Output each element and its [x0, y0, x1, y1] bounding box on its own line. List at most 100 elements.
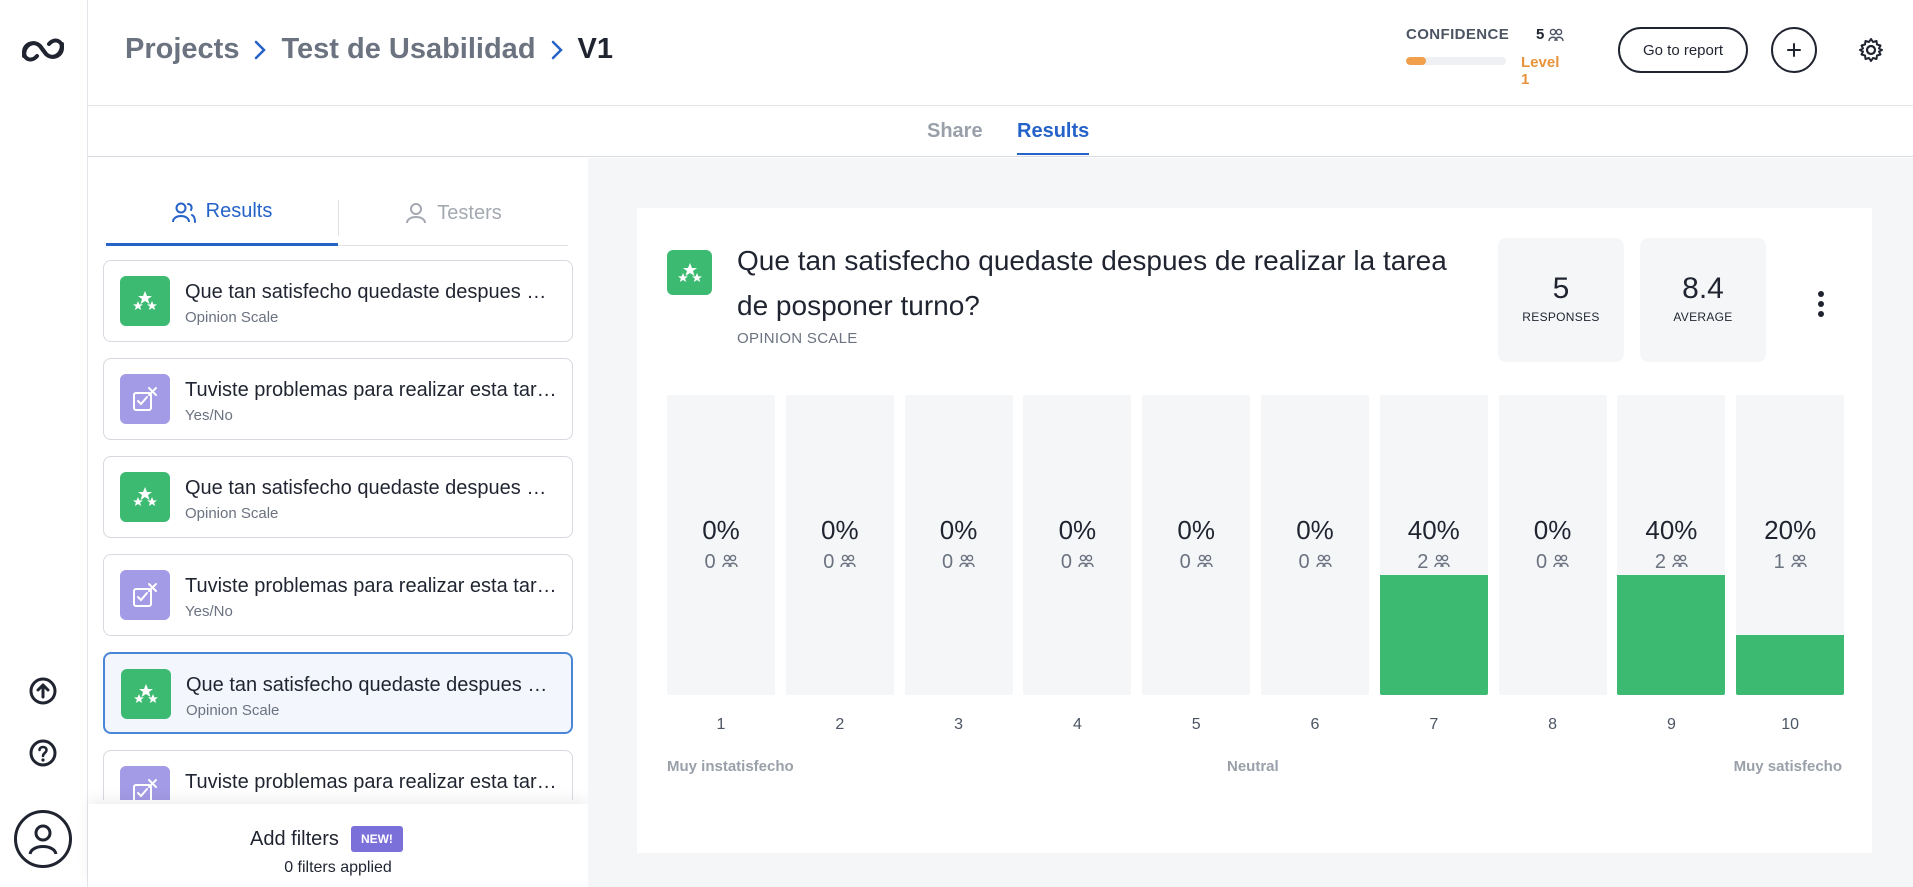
- chart-bar: 40% 2: [1617, 395, 1726, 695]
- people-icon: [1315, 551, 1332, 574]
- breadcrumb-project[interactable]: Test de Usabilidad: [281, 33, 535, 66]
- people-icon: [721, 551, 738, 574]
- stars-icon: [667, 250, 712, 295]
- question-list: Que tan satisfecho quedaste despues de r…: [103, 260, 573, 800]
- people-icon: [1197, 551, 1213, 574]
- plus-icon[interactable]: [1771, 27, 1817, 73]
- bar-count-label: 2: [1617, 551, 1725, 574]
- bar-count-value: 2: [1417, 551, 1429, 573]
- chart-bar: 0% 0: [1261, 395, 1369, 695]
- tab-share[interactable]: Share: [927, 120, 983, 153]
- scale-high-label: Muy satisfecho: [1733, 758, 1842, 775]
- new-badge: NEW!: [350, 826, 403, 852]
- chart-bar-fill: [1736, 635, 1845, 695]
- question-item-title: Que tan satisfecho quedaste despues de r…: [185, 477, 557, 499]
- bar-count-value: 2: [1654, 551, 1666, 573]
- chart-bar: 40% 2: [1379, 395, 1488, 695]
- more-options-icon[interactable]: [1807, 284, 1835, 324]
- chevron-right-icon: [253, 39, 267, 61]
- subtab-results[interactable]: Results: [106, 180, 338, 246]
- bar-count-value: 0: [1536, 551, 1548, 573]
- breadcrumb: Projects Test de Usabilidad V1: [125, 33, 613, 66]
- user-icon: [406, 203, 427, 224]
- question-item-title: Tuviste problemas para realizar esta tar…: [185, 379, 557, 401]
- stars-icon: [121, 669, 171, 719]
- question-result-card: Que tan satisfecho quedaste despues de r…: [637, 208, 1872, 853]
- scale-low-label: Muy instatisfecho: [667, 758, 794, 775]
- responses-stat: 5 RESPONSES: [1498, 238, 1624, 362]
- question-list-item[interactable]: Tuviste problemas para realizar esta tar…: [103, 750, 573, 800]
- chart-bar: 0% 0: [1142, 395, 1251, 695]
- header: Projects Test de Usabilidad V1 CONFIDENC…: [88, 0, 1913, 106]
- yes-no-icon: [120, 766, 170, 800]
- bar-percent-label: 0%: [1533, 515, 1572, 545]
- question-item-title: Que tan satisfecho quedaste despues de r…: [186, 674, 558, 696]
- bar-count-label: 0: [1142, 551, 1250, 574]
- stars-icon: [120, 472, 170, 522]
- opinion-scale-chart: 0% 0 0% 0 0% 0 0% 0 0% 0 0% 0 40% 2 0% 0 40% 2 20% 1: [667, 395, 1845, 695]
- upload-icon[interactable]: [26, 674, 60, 708]
- chart-bar: 0% 0: [1498, 395, 1607, 695]
- x-tick-label: 3: [954, 716, 964, 733]
- filters-bar[interactable]: Add filters NEW! 0 filters applied: [88, 804, 588, 887]
- chevron-right-icon: [550, 39, 564, 61]
- profile-icon[interactable]: [14, 810, 72, 868]
- question-item-type: Opinion Scale: [186, 702, 280, 719]
- scale-mid-label: Neutral: [1227, 758, 1279, 775]
- question-list-item[interactable]: Tuviste problemas para realizar esta tar…: [103, 358, 573, 440]
- x-tick-label: 8: [1548, 716, 1558, 733]
- testers-count: 5: [1536, 26, 1565, 43]
- x-tick-label: 5: [1191, 716, 1201, 733]
- x-tick-label: 9: [1666, 716, 1676, 733]
- bar-count-value: 1: [1773, 551, 1785, 573]
- x-tick-label: 4: [1072, 716, 1082, 733]
- people-icon: [1553, 551, 1569, 574]
- gear-icon[interactable]: [1856, 35, 1886, 65]
- subtab-testers[interactable]: Testers: [339, 180, 568, 246]
- breadcrumb-current: V1: [577, 33, 614, 65]
- question-list-item[interactable]: Tuviste problemas para realizar esta tar…: [103, 554, 573, 636]
- chart-bar: 0% 0: [904, 395, 1013, 695]
- tab-results[interactable]: Results: [1017, 120, 1090, 155]
- left-rail: [0, 0, 88, 887]
- question-list-item[interactable]: Que tan satisfecho quedaste despues de r…: [103, 260, 573, 342]
- bar-percent-label: 0%: [1058, 515, 1097, 545]
- x-tick-label: 1: [716, 716, 726, 733]
- stars-icon: [120, 276, 170, 326]
- chart-bar: 0% 0: [667, 395, 775, 695]
- responses-label: RESPONSES: [1522, 310, 1600, 324]
- people-icon: [840, 551, 857, 574]
- question-item-type: Opinion Scale: [185, 505, 279, 522]
- bar-percent-label: 40%: [1645, 515, 1698, 545]
- go-to-report-button[interactable]: Go to report: [1618, 27, 1748, 73]
- question-item-title: Tuviste problemas para realizar esta tar…: [185, 575, 557, 597]
- add-filters[interactable]: Add filters NEW!: [250, 826, 403, 852]
- help-icon[interactable]: [26, 736, 60, 770]
- chart-bar-fill: [1617, 575, 1726, 695]
- filters-applied: 0 filters applied: [284, 859, 392, 876]
- testers-count-value: 5: [1536, 26, 1545, 43]
- responses-value: 5: [1552, 272, 1570, 305]
- confidence-level: Level 1: [1521, 54, 1560, 88]
- bar-count-label: 0: [1023, 551, 1131, 574]
- x-tick-label: 10: [1781, 716, 1800, 733]
- x-tick-label: 6: [1310, 716, 1320, 733]
- bar-count-label: 0: [1261, 551, 1369, 574]
- bar-count-value: 0: [823, 551, 835, 573]
- question-list-item[interactable]: Que tan satisfecho quedaste despues de r…: [103, 456, 573, 538]
- breadcrumb-projects[interactable]: Projects: [125, 33, 239, 66]
- bar-count-value: 0: [1298, 551, 1310, 573]
- people-icon: [1078, 551, 1094, 574]
- bar-count-value: 0: [942, 551, 954, 573]
- question-type: OPINION SCALE: [737, 330, 858, 347]
- bar-count-value: 0: [1179, 551, 1191, 573]
- people-icon: [1672, 551, 1688, 574]
- average-label: AVERAGE: [1673, 310, 1733, 324]
- people-icon: [1434, 551, 1451, 574]
- users-icon: [1548, 28, 1565, 41]
- question-list-item[interactable]: Que tan satisfecho quedaste despues de r…: [103, 652, 573, 734]
- question-item-type: Opinion Scale: [185, 309, 279, 326]
- confidence-progress-bar: [1406, 57, 1506, 65]
- logo-icon[interactable]: [18, 30, 68, 70]
- subtab-results-label: Results: [205, 200, 273, 222]
